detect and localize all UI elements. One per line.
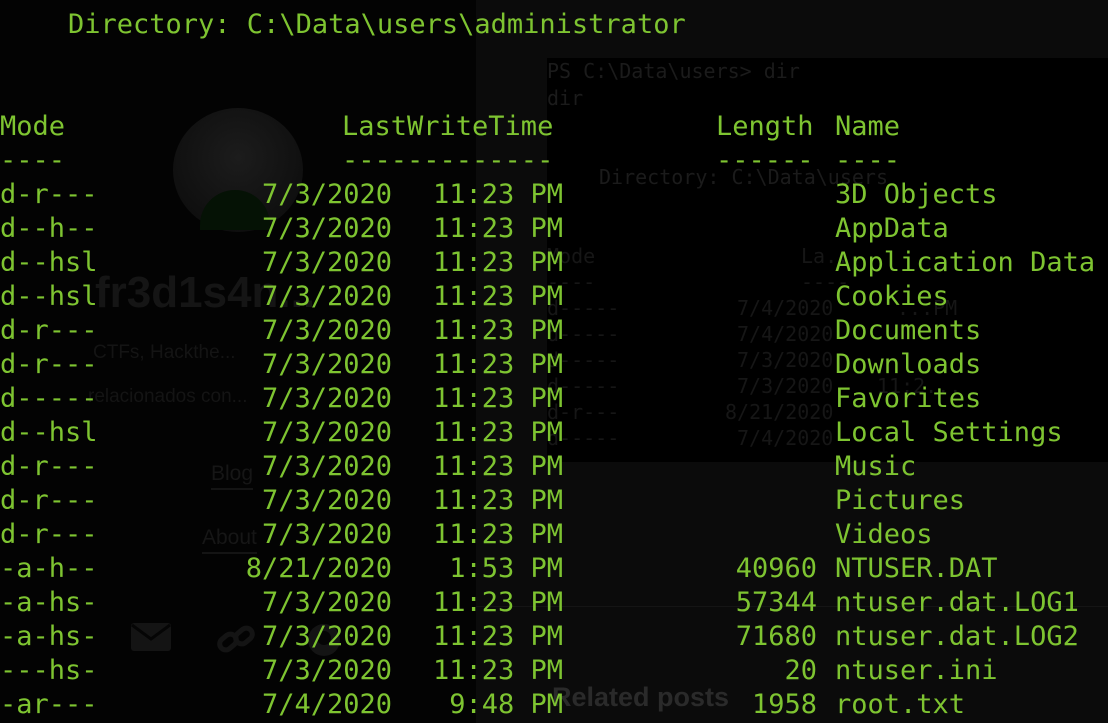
row-name: root.txt [835,689,966,720]
row-name: Application Data [835,247,1096,278]
header-lastwritetime: LastWriteTime [342,111,554,142]
row-date: 7/3/2020 [261,179,392,210]
table-row: d--hsl 7/3/2020 11:23 PM Local Settings [0,416,1108,450]
row-time: 11:23 PM [432,383,563,414]
row-name: Favorites [835,383,982,414]
table-row: -ar--- 7/4/2020 9:48 PM 1958 root.txt [0,688,1108,722]
separator-mode: ---- [0,145,66,176]
row-time: 11:23 PM [432,519,563,550]
row-mode: d--h-- [0,213,98,244]
separator-lastwritetime: ------------- [342,145,554,176]
table-row: d-r--- 7/3/2020 11:23 PM Pictures [0,484,1108,518]
row-name: Music [835,451,917,482]
separator-length: ------ [716,145,814,176]
row-mode: -a-hs- [0,621,98,652]
row-date: 7/3/2020 [261,383,392,414]
row-date: 7/3/2020 [261,247,392,278]
row-date: 7/3/2020 [261,281,392,312]
row-name: NTUSER.DAT [835,553,998,584]
table-row: d-r--- 7/3/2020 11:23 PM Videos [0,518,1108,552]
table-row: -a-h-- 8/21/2020 1:53 PM 40960 NTUSER.DAT [0,552,1108,586]
table-row: -a-hs- 7/3/2020 11:23 PM 57344 ntuser.dat.LO… [0,586,1108,620]
row-length: 71680 [735,621,817,652]
row-name: Local Settings [835,417,1063,448]
table-row: ---hs- 7/3/2020 11:23 PM 20 ntuser.ini [0,654,1108,688]
row-time: 11:23 PM [432,247,563,278]
row-date: 7/3/2020 [261,655,392,686]
row-time: 11:23 PM [432,315,563,346]
row-date: 7/4/2020 [261,689,392,720]
row-length: 20 [784,655,817,686]
row-mode: d--hsl [0,247,98,278]
row-time: 11:23 PM [432,621,563,652]
row-date: 7/3/2020 [261,621,392,652]
row-date: 8/21/2020 [245,553,392,584]
row-time: 11:23 PM [432,179,563,210]
table-row: d----- 7/3/2020 11:23 PM Favorites [0,382,1108,416]
row-time: 1:53 PM [449,553,563,584]
row-mode: d-r--- [0,519,98,550]
header-length: Length [716,111,814,142]
row-time: 11:23 PM [432,485,563,516]
table-row: d--h-- 7/3/2020 11:23 PM AppData [0,212,1108,246]
row-mode: d-r--- [0,349,98,380]
row-mode: -a-h-- [0,553,98,584]
row-mode: d--hsl [0,417,98,448]
row-date: 7/3/2020 [261,519,392,550]
row-mode: -a-hs- [0,587,98,618]
row-date: 7/3/2020 [261,213,392,244]
row-mode: d-r--- [0,451,98,482]
separator-name: ---- [835,145,901,176]
table-row: d-r--- 7/3/2020 11:23 PM Documents [0,314,1108,348]
row-time: 11:23 PM [432,417,563,448]
row-name: AppData [835,213,949,244]
row-time: 11:23 PM [432,213,563,244]
row-mode: d--hsl [0,281,98,312]
table-row: -a-hs- 7/3/2020 11:23 PM 71680 ntuser.dat.LO… [0,620,1108,654]
row-length: 57344 [735,587,817,618]
header-mode: Mode [0,111,66,142]
row-date: 7/3/2020 [261,417,392,448]
row-mode: d-r--- [0,315,98,346]
header-name: Name [835,111,901,142]
row-name: Downloads [835,349,982,380]
table-separator: ---- ------------- ------ ---- [0,144,1108,178]
directory-line: Directory: C:\Data\users\administrator [68,9,686,40]
row-length: 1958 [751,689,817,720]
row-name: 3D Objects [835,179,998,210]
terminal-output[interactable]: Directory: C:\Data\users\administrator M… [0,0,1108,723]
table-row: d-r--- 7/3/2020 11:23 PM Downloads [0,348,1108,382]
row-date: 7/3/2020 [261,587,392,618]
row-date: 7/3/2020 [261,315,392,346]
row-time: 9:48 PM [449,689,563,720]
row-date: 7/3/2020 [261,485,392,516]
row-date: 7/3/2020 [261,451,392,482]
table-row: d--hsl 7/3/2020 11:23 PM Application Data [0,246,1108,280]
row-mode: -ar--- [0,689,98,720]
row-name: ntuser.dat.LOG1 [835,587,1079,618]
row-time: 11:23 PM [432,281,563,312]
row-mode: d-r--- [0,485,98,516]
row-time: 11:23 PM [432,587,563,618]
row-time: 11:23 PM [432,349,563,380]
row-length: 40960 [735,553,817,584]
row-name: ntuser.dat.LOG2 [835,621,1079,652]
row-name: Cookies [835,281,949,312]
row-time: 11:23 PM [432,655,563,686]
table-row: d-r--- 7/3/2020 11:23 PM Music [0,450,1108,484]
table-row: d--hsl 7/3/2020 11:23 PM Cookies [0,280,1108,314]
table-header: Mode LastWriteTime Length Name [0,110,1108,144]
row-date: 7/3/2020 [261,349,392,380]
row-mode: d----- [0,383,98,414]
row-name: Videos [835,519,933,550]
row-name: ntuser.ini [835,655,998,686]
row-mode: ---hs- [0,655,98,686]
table-row: d-r--- 7/3/2020 11:23 PM 3D Objects [0,178,1108,212]
row-name: Documents [835,315,982,346]
row-time: 11:23 PM [432,451,563,482]
row-name: Pictures [835,485,966,516]
row-mode: d-r--- [0,179,98,210]
